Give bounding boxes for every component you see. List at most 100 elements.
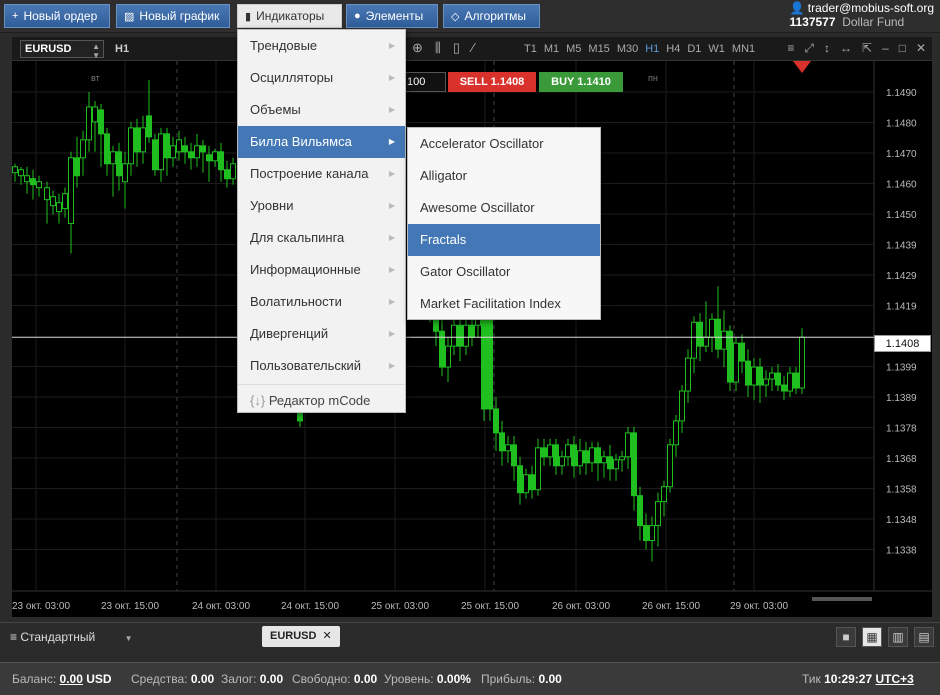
candle-body <box>583 450 589 464</box>
sell-button[interactable]: SELL 1.1408 <box>448 72 536 92</box>
candle-body <box>457 324 463 347</box>
timeframe-button[interactable]: M1 <box>544 43 559 55</box>
new-order-button[interactable]: + Новый ордер <box>4 4 110 28</box>
time-marker-icon <box>793 61 811 73</box>
code-icon: {↓} <box>250 393 266 408</box>
chart-tab-eurusd[interactable]: EURUSD ✕ <box>262 626 340 647</box>
price-tick-label: 1.1358 <box>886 485 917 496</box>
candle-body <box>799 336 805 389</box>
line-chart-icon[interactable]: ∕ <box>472 40 474 56</box>
timeframe-button[interactable]: W1 <box>708 43 725 55</box>
crosshair-icon[interactable]: ⊕ <box>412 40 423 56</box>
indicator-category-item[interactable]: Билла Вильямса ▶ <box>238 126 405 158</box>
candle-body <box>140 127 146 153</box>
candle-body <box>655 501 661 527</box>
indicator-category-item[interactable]: Построение канала ▶ <box>238 158 405 190</box>
candle-body <box>44 187 50 201</box>
mcode-editor-item[interactable]: {↓} Редактор mCode <box>238 384 405 416</box>
symbol-selector[interactable]: EURUSD ▲ ▼ <box>20 40 104 60</box>
indicator-category-label: Уровни <box>250 198 294 213</box>
indicator-category-label: Осцилляторы <box>250 70 334 85</box>
price-tick-label: 1.1419 <box>886 302 917 313</box>
buy-button[interactable]: BUY 1.1410 <box>539 72 623 92</box>
timeframe-button[interactable]: M30 <box>617 43 638 55</box>
trendline-icon[interactable]: ⤢ <box>804 41 814 56</box>
minimize-icon[interactable]: – <box>882 41 889 56</box>
margin-label: Залог: <box>221 672 257 686</box>
indicator-category-item[interactable]: Объемы ▶ <box>238 94 405 126</box>
candle-body <box>50 196 56 207</box>
detach-icon[interactable]: ⇱ <box>862 41 872 56</box>
timeframe-button[interactable]: MN1 <box>732 43 755 55</box>
grid-view-button[interactable]: ▦ <box>862 627 882 647</box>
layout-label: Стандартный <box>20 630 96 644</box>
chart-toolbar: EURUSD ▲ ▼ H1 ⊕ ⫼ ▯ ∕ T1 M1 M5 M15 M30 H1 H4 D1 W… <box>12 37 932 61</box>
submenu-arrow-icon: ▶ <box>388 201 395 210</box>
williams-indicator-item[interactable]: Market Facilitation Index <box>408 288 600 320</box>
chart-window[interactable]: EURUSD ▲ ▼ H1 ⊕ ⫼ ▯ ∕ T1 M1 M5 M15 M30 H1 H4 D1 W… <box>12 37 932 617</box>
williams-indicator-item[interactable]: Fractals <box>408 224 600 256</box>
funds-label: Средства: <box>131 672 188 686</box>
candle-body <box>176 139 182 153</box>
single-view-button[interactable]: ■ <box>836 627 856 647</box>
indicator-category-item[interactable]: Пользовательский ▶ <box>238 350 405 382</box>
candle-body <box>595 447 601 464</box>
close-tab-icon[interactable]: ✕ <box>322 630 331 642</box>
candle-body <box>134 127 140 153</box>
level-label: Уровень: <box>384 672 434 686</box>
candle-body <box>463 324 469 347</box>
williams-indicator-item[interactable]: Awesome Oscillator <box>408 192 600 224</box>
elements-button[interactable]: ● Элементы <box>346 4 438 28</box>
indicator-category-item[interactable]: Осцилляторы ▶ <box>238 62 405 94</box>
candle-body <box>751 366 757 386</box>
candle-body <box>218 151 224 171</box>
algorithms-button[interactable]: ◇ Алгоритмы <box>443 4 540 28</box>
candle-body <box>30 178 36 186</box>
williams-indicator-item[interactable]: Gator Oscillator <box>408 256 600 288</box>
candle-body <box>541 447 547 458</box>
candle-body <box>703 336 709 347</box>
account-info[interactable]: 👤 trader@mobius-soft.org 1137577 Dollar … <box>789 1 934 29</box>
timeframe-button[interactable]: M15 <box>588 43 609 55</box>
timeframe-button[interactable]: H4 <box>666 43 680 55</box>
bar-chart-icon[interactable]: ⫼ <box>435 40 441 56</box>
columns-view-button[interactable]: ▥ <box>888 627 908 647</box>
drawing-tools: ⊕ ⫼ ▯ ∕ <box>412 40 474 56</box>
indicator-category-label: Билла Вильямса <box>250 134 352 149</box>
indicator-category-item[interactable]: Волатильности ▶ <box>238 286 405 318</box>
indicators-button[interactable]: ▮ Индикаторы <box>237 4 342 28</box>
vertical-line-icon[interactable]: ↕ <box>824 41 830 56</box>
close-icon[interactable]: ✕ <box>916 41 926 56</box>
indicator-category-item[interactable]: Трендовые ▶ <box>238 30 405 62</box>
quantity-value: 100 <box>407 76 426 88</box>
indicator-category-item[interactable]: Уровни ▶ <box>238 190 405 222</box>
williams-indicator-item[interactable]: Alligator <box>408 160 600 192</box>
williams-indicator-item[interactable]: Accelerator Oscillator <box>408 128 600 160</box>
scrollbar <box>812 597 872 601</box>
chart-icon: ▨ <box>124 10 135 23</box>
candle-chart-icon[interactable]: ▯ <box>453 40 460 56</box>
new-chart-button[interactable]: ▨ Новый график <box>116 4 230 28</box>
indicator-category-item[interactable]: Информационные ▶ <box>238 254 405 286</box>
balance-label: Баланс: <box>12 672 57 686</box>
timeframe-button[interactable]: D1 <box>687 43 701 55</box>
indicator-category-label: Пользовательский <box>250 358 362 373</box>
indicator-category-item[interactable]: Для скальпинга ▶ <box>238 222 405 254</box>
timeframe-button[interactable]: H1 <box>645 43 659 55</box>
timeframe-button[interactable]: T1 <box>524 43 537 55</box>
timeframe-button[interactable]: M5 <box>566 43 581 55</box>
balance-value: 0.00 <box>59 672 83 686</box>
quantity-input[interactable]: 100 <box>404 72 446 92</box>
candle-body <box>775 372 781 386</box>
horizontal-line-icon[interactable]: ↔ <box>840 41 852 56</box>
candle-body <box>697 321 703 347</box>
layout-selector[interactable]: ≡ Стандартный ▼ <box>10 630 133 644</box>
indicator-category-item[interactable]: Дивергенций ▶ <box>238 318 405 350</box>
fibonacci-icon[interactable]: ≡ <box>787 41 794 56</box>
submenu-arrow-icon: ▶ <box>388 233 395 242</box>
maximize-icon[interactable]: □ <box>899 41 906 56</box>
candle-body <box>715 318 721 350</box>
rows-view-button[interactable]: ▤ <box>914 627 934 647</box>
timezone-value[interactable]: UTC+3 <box>876 672 914 686</box>
time-tick-label: 23 окт. 03:00 <box>12 601 70 612</box>
